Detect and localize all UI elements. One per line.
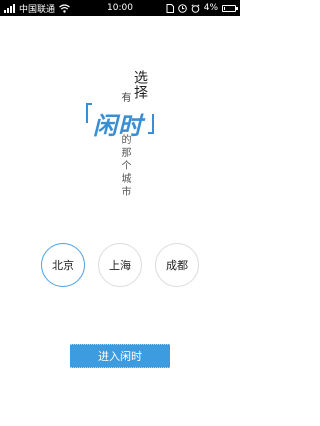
enter-button-label: 进入闲时 [98,350,142,363]
hero-you-text: 有 [119,92,130,103]
city-option-beijing[interactable]: 北京 [41,243,85,287]
bracket-left-decoration [86,103,92,123]
bracket-right-decoration [148,114,154,134]
city-option-shanghai[interactable]: 上海 [98,243,142,287]
city-option-chengdu[interactable]: 成都 [155,243,199,287]
hero-title: 选择 有 闲时 的那个城市 [0,0,240,200]
enter-button[interactable]: 进入闲时 [70,344,170,368]
city-label: 上海 [109,259,131,272]
hero-rest-text: 的那个城市 [119,134,130,199]
city-label: 成都 [166,259,188,272]
city-options: 北京 上海 成都 [0,243,240,287]
hero-select-text: 选择 [132,70,148,100]
city-label: 北京 [52,259,74,272]
